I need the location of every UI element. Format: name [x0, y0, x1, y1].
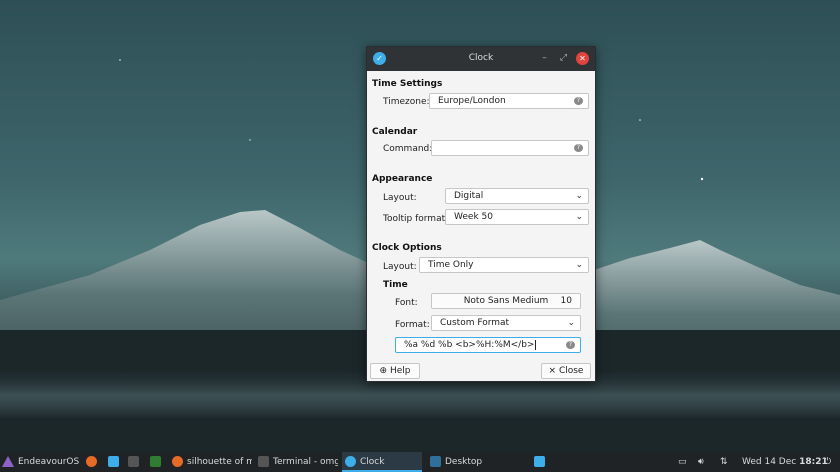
- command-input[interactable]: ?: [431, 140, 589, 156]
- task-label: silhouette of m...: [187, 457, 252, 467]
- close-icon[interactable]: ✕: [576, 52, 589, 65]
- font-name: Noto Sans Medium: [463, 296, 549, 306]
- show-desktop-button[interactable]: ⏻: [824, 452, 831, 472]
- volume-button[interactable]: 🔊︎: [698, 452, 704, 472]
- taskbar: EndeavourOS silhouette of m... Terminal …: [0, 452, 840, 472]
- hint-icon[interactable]: ?: [566, 341, 575, 349]
- format-select[interactable]: Custom Format ⌄: [431, 315, 581, 331]
- chevron-down-icon: ⌄: [575, 191, 583, 201]
- task-label: Clock: [360, 457, 385, 467]
- clock-layout-label: Layout:: [383, 262, 417, 272]
- launcher-files[interactable]: [108, 452, 123, 472]
- network-button[interactable]: ⇅: [720, 452, 728, 472]
- launcher-terminal[interactable]: [128, 452, 143, 472]
- section-time: Time: [383, 280, 408, 290]
- custom-format-value: %a %d %b <b>%H:%M</b>: [404, 340, 535, 350]
- clock-layout-value: Time Only: [428, 260, 474, 270]
- command-label: Command:: [383, 144, 433, 154]
- launcher-firefox[interactable]: [86, 452, 101, 472]
- chevron-down-icon: ⌄: [575, 212, 583, 222]
- volume-icon: 🔊︎: [698, 457, 704, 467]
- tray-app-icon: [534, 456, 545, 467]
- custom-format-input[interactable]: %a %d %b <b>%H:%M</b> ?: [395, 337, 581, 353]
- tooltip-format-label: Tooltip format:: [383, 214, 449, 224]
- appearance-layout-label: Layout:: [383, 193, 417, 203]
- start-menu-button[interactable]: EndeavourOS: [2, 452, 79, 472]
- tooltip-format-value: Week 50: [454, 212, 493, 222]
- chevron-down-icon: ⌄: [575, 260, 583, 270]
- task-clock[interactable]: Clock: [342, 452, 422, 472]
- firefox-icon: [86, 456, 97, 467]
- firefox-icon: [172, 456, 183, 467]
- section-calendar: Calendar: [372, 127, 418, 137]
- task-firefox[interactable]: silhouette of m...: [172, 452, 252, 472]
- taskbar-clock[interactable]: Wed 14 Dec 18:21: [742, 452, 828, 472]
- system-monitor-icon: [150, 456, 161, 467]
- font-size: 10: [560, 296, 572, 306]
- terminal-icon: [258, 456, 269, 467]
- task-label: Terminal - omg...: [273, 457, 338, 467]
- task-terminal[interactable]: Terminal - omg...: [258, 452, 338, 472]
- power-icon: ⏻: [824, 457, 832, 467]
- close-label: Close: [558, 366, 584, 376]
- help-label: Help: [389, 366, 411, 376]
- task-label: Desktop: [445, 457, 483, 467]
- taskbar-date: Wed 14 Dec: [742, 457, 797, 467]
- desktop-icon: [430, 456, 441, 467]
- network-icon: ⇅: [720, 457, 728, 467]
- tooltip-format-select[interactable]: Week 50 ⌄: [445, 209, 589, 225]
- font-label: Font:: [395, 298, 418, 308]
- font-chooser-button[interactable]: Noto Sans Medium 10: [431, 293, 581, 309]
- task-desktop[interactable]: Desktop: [430, 452, 510, 472]
- notification-icon: ▭: [678, 457, 687, 467]
- hint-icon[interactable]: ?: [574, 97, 583, 105]
- format-value: Custom Format: [440, 318, 510, 328]
- tray-app-button[interactable]: [534, 452, 549, 472]
- help-icon: ⊕: [379, 366, 388, 376]
- clock-layout-select[interactable]: Time Only ⌄: [419, 257, 589, 273]
- chevron-down-icon: ⌄: [567, 318, 575, 328]
- clock-settings-window: ✓ Clock – ⤢ ✕ Time Settings Timezone: Eu…: [366, 46, 596, 382]
- file-manager-icon: [108, 456, 119, 467]
- timezone-input[interactable]: Europe/London ?: [429, 93, 589, 109]
- start-menu-label: EndeavourOS: [18, 457, 80, 467]
- terminal-icon: [128, 456, 139, 467]
- close-button[interactable]: × Close: [541, 363, 591, 379]
- timezone-label: Timezone:: [383, 97, 430, 107]
- appearance-layout-select[interactable]: Digital ⌄: [445, 188, 589, 204]
- window-content: Time Settings Timezone: Europe/London ? …: [367, 71, 595, 381]
- appearance-layout-value: Digital: [454, 191, 484, 201]
- launcher-monitor[interactable]: [150, 452, 165, 472]
- hint-icon[interactable]: ?: [574, 144, 583, 152]
- timezone-value: Europe/London: [438, 96, 506, 106]
- window-titlebar[interactable]: ✓ Clock – ⤢ ✕: [367, 47, 595, 71]
- minimize-icon[interactable]: –: [538, 52, 551, 65]
- section-appearance: Appearance: [372, 174, 433, 184]
- section-clock-options: Clock Options: [372, 243, 442, 253]
- maximize-icon[interactable]: ⤢: [557, 52, 570, 65]
- text-caret: [535, 339, 537, 350]
- endeavouros-logo-icon: [2, 456, 14, 467]
- clock-icon: [345, 456, 356, 467]
- format-label: Format:: [395, 320, 430, 330]
- section-time-settings: Time Settings: [372, 79, 443, 89]
- help-button[interactable]: ⊕ Help: [370, 363, 420, 379]
- notifications-button[interactable]: ▭: [678, 452, 687, 472]
- close-x-icon: ×: [548, 366, 557, 376]
